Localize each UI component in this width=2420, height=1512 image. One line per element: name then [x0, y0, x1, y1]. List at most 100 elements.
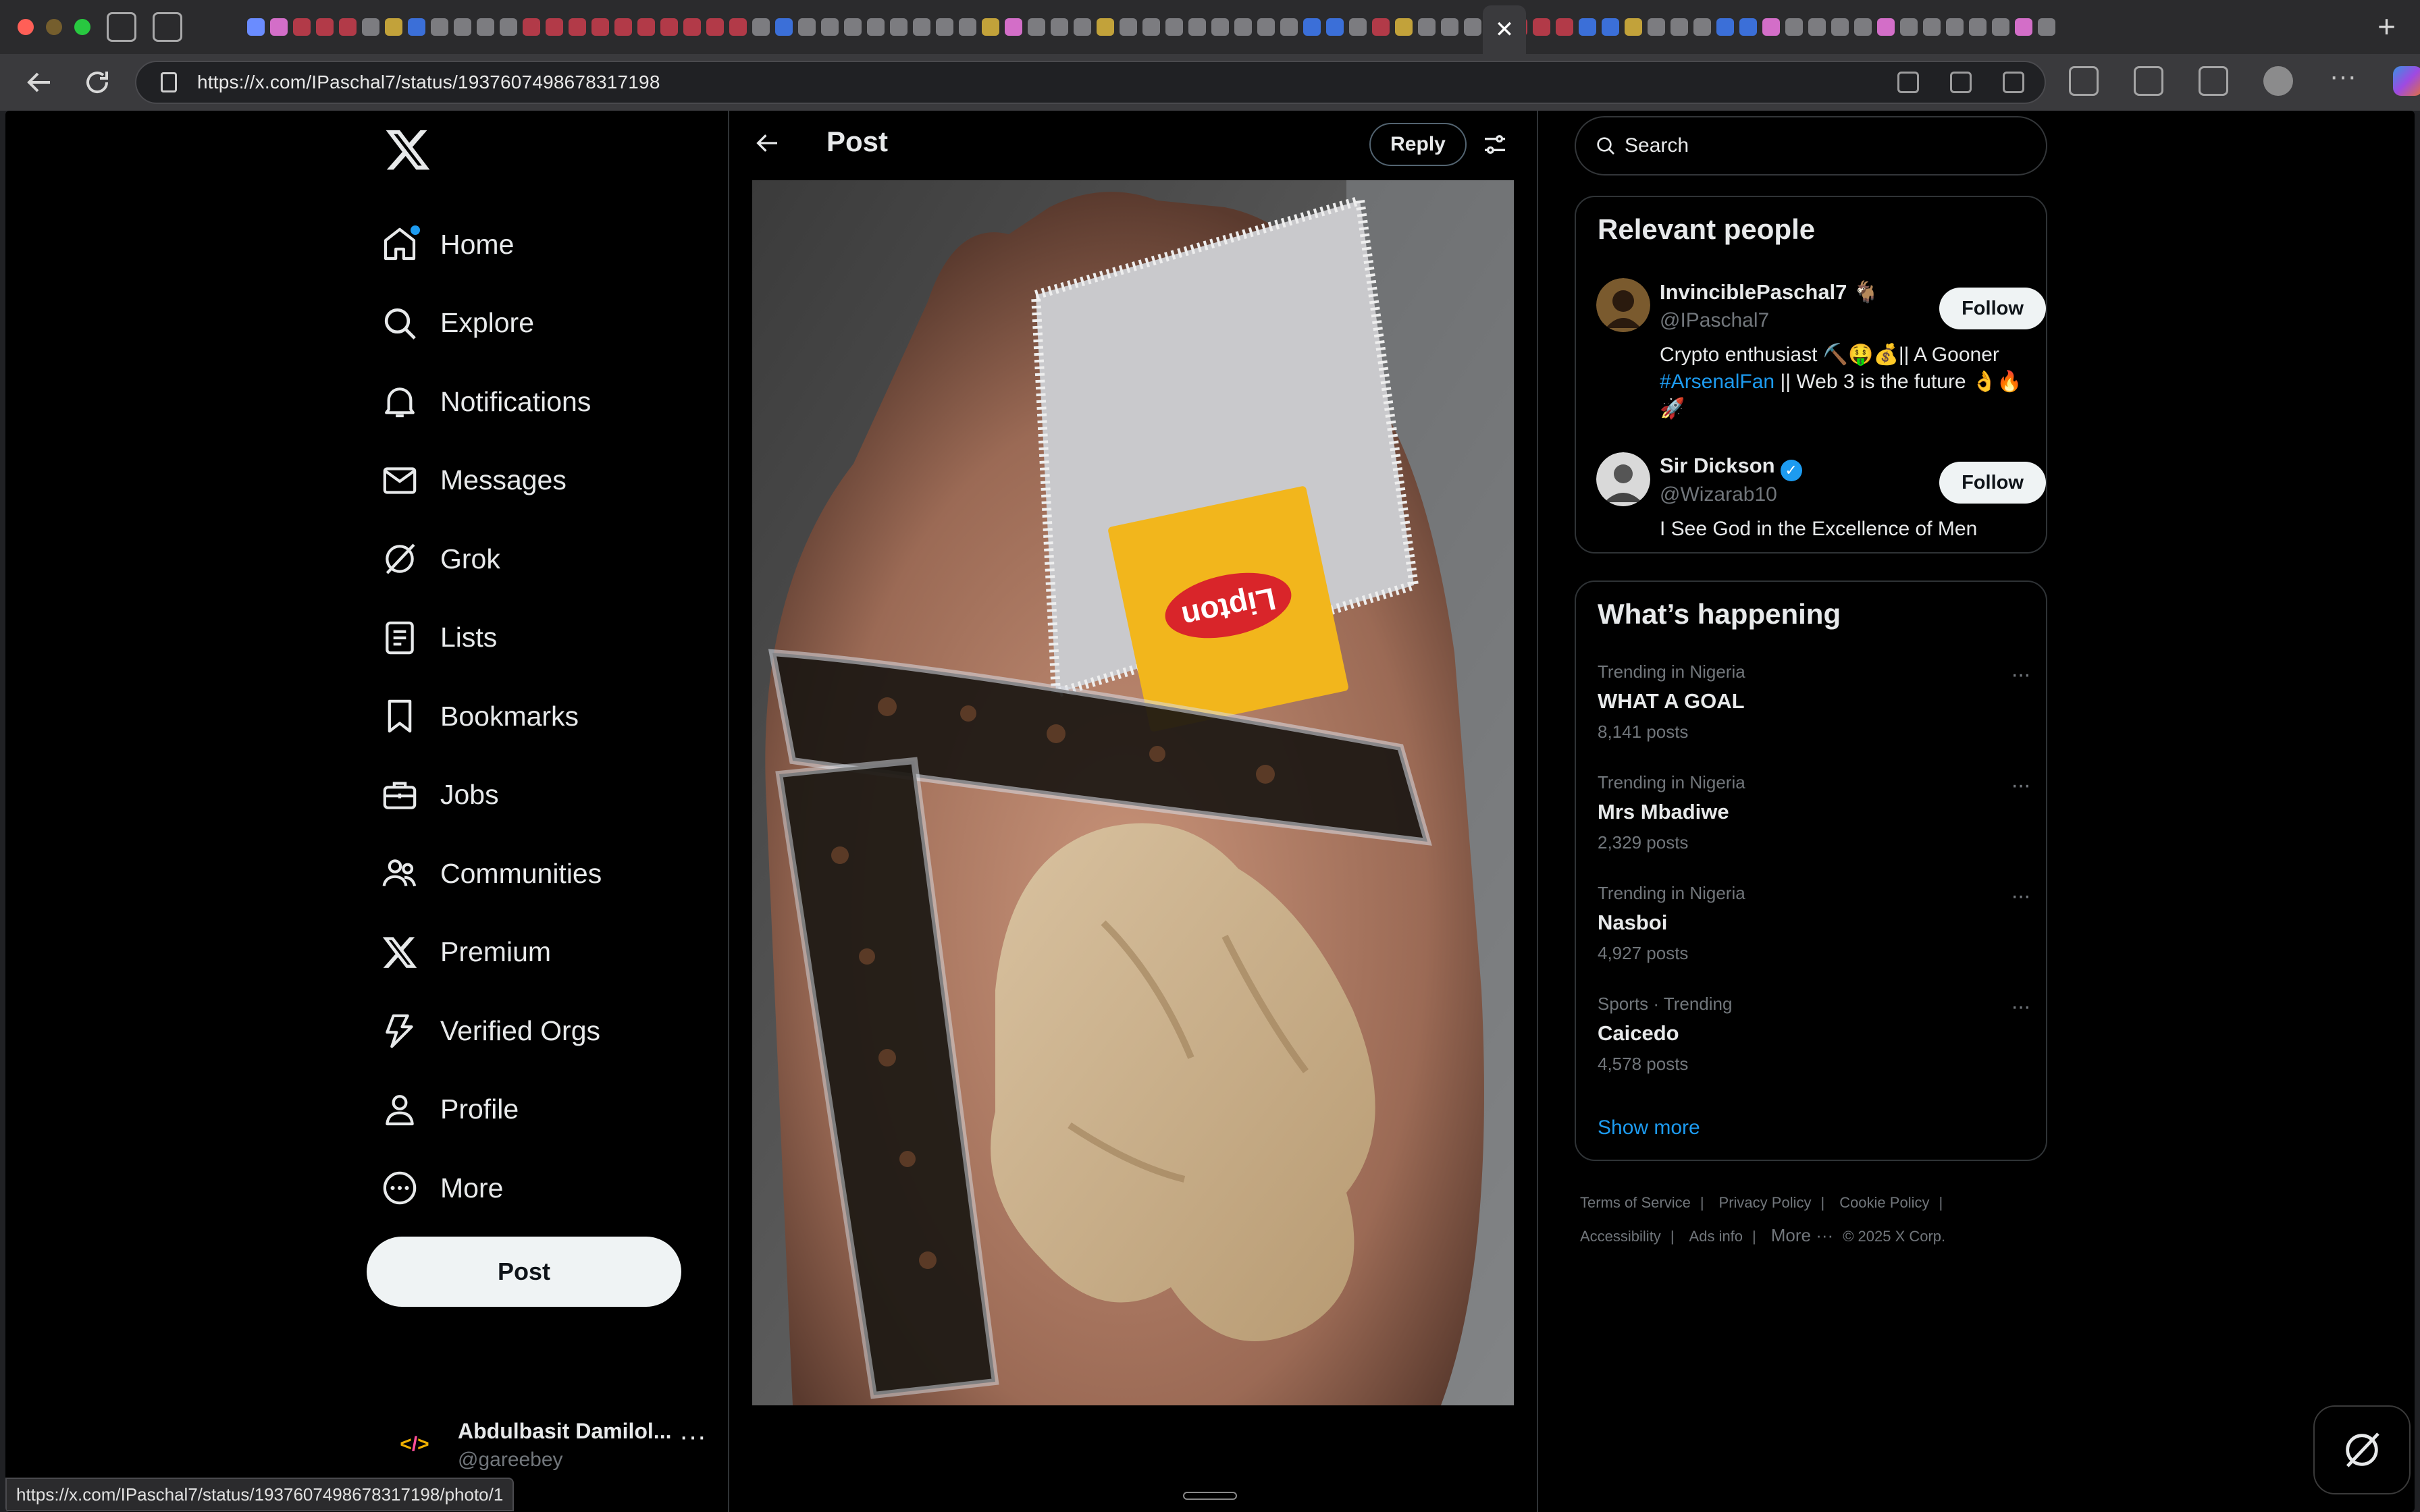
tab-favicon[interactable]: [591, 18, 609, 36]
close-window-button[interactable]: [18, 19, 34, 35]
trend-item[interactable]: Trending in Nigeria Mrs Mbadiwe 2,329 po…: [1598, 772, 2031, 873]
search-box[interactable]: Search: [1575, 116, 2047, 176]
footer-link-terms[interactable]: Terms of Service: [1580, 1194, 1691, 1211]
tab-favicon[interactable]: [1120, 18, 1137, 36]
tab-favicon[interactable]: [477, 18, 494, 36]
tab-favicon[interactable]: [1211, 18, 1229, 36]
post-photo[interactable]: Lipton: [752, 180, 1514, 1405]
tab-favicon[interactable]: [1785, 18, 1803, 36]
person-name[interactable]: InvinciblePaschal7 🐐: [1660, 279, 1879, 304]
tab-favicon[interactable]: [752, 18, 770, 36]
tab-favicon[interactable]: [1257, 18, 1275, 36]
tab-favicon[interactable]: [729, 18, 747, 36]
address-bar-url[interactable]: https://x.com/IPaschal7/status/193760749…: [197, 72, 660, 93]
tab-favicon[interactable]: [683, 18, 701, 36]
avatar[interactable]: [1596, 452, 1650, 506]
nav-item-grok[interactable]: Grok: [381, 520, 602, 599]
browser-refresh-icon[interactable]: [81, 66, 113, 99]
active-tab-close-button[interactable]: ✕: [1483, 5, 1526, 54]
new-tab-button[interactable]: +: [2377, 9, 2396, 43]
trend-item[interactable]: Trending in Nigeria WHAT A GOAL 8,141 po…: [1598, 662, 2031, 763]
tab-favicon[interactable]: [1303, 18, 1321, 36]
tab-favicon[interactable]: [1533, 18, 1550, 36]
person-handle[interactable]: @Wizarab10: [1660, 483, 1777, 506]
tab-favicon[interactable]: [316, 18, 334, 36]
tab-favicon[interactable]: [1969, 18, 1987, 36]
tab-favicon[interactable]: [1648, 18, 1665, 36]
tab-favicon[interactable]: [1808, 18, 1826, 36]
workspaces-icon[interactable]: [107, 12, 136, 42]
tab-favicon[interactable]: [1372, 18, 1390, 36]
nav-item-premium[interactable]: Premium: [381, 913, 602, 992]
footer-more-link[interactable]: More ···: [1771, 1225, 1833, 1245]
tab-favicon[interactable]: [1946, 18, 1964, 36]
tab-favicon[interactable]: [1900, 18, 1918, 36]
avatar[interactable]: [1596, 278, 1650, 332]
browser-back-icon[interactable]: [23, 66, 55, 99]
extensions-puzzle-icon[interactable]: [2134, 66, 2163, 96]
tab-favicon[interactable]: [1074, 18, 1091, 36]
extension-icon[interactable]: [2069, 66, 2099, 96]
copilot-icon[interactable]: [2393, 66, 2420, 96]
trend-more-icon[interactable]: ···: [2011, 994, 2031, 1020]
grok-floating-button[interactable]: [2313, 1405, 2411, 1494]
nav-item-notifications[interactable]: Notifications: [381, 362, 602, 441]
tab-favicon[interactable]: [637, 18, 655, 36]
search-input[interactable]: Search: [1625, 134, 1689, 157]
tab-favicon[interactable]: [614, 18, 632, 36]
relevant-person[interactable]: InvinciblePaschal7 🐐 @IPaschal7 Crypto e…: [1596, 278, 2046, 427]
tab-favicon[interactable]: [1165, 18, 1183, 36]
relevant-person[interactable]: Sir Dickson ✓ @Wizarab10 I See God in the…: [1596, 452, 2046, 540]
show-more-link[interactable]: Show more: [1598, 1116, 1700, 1139]
tab-favicon[interactable]: [385, 18, 402, 36]
browser-menu-icon[interactable]: ···: [2328, 63, 2358, 96]
maximize-window-button[interactable]: [74, 19, 90, 35]
tab-favicon[interactable]: [339, 18, 357, 36]
tab-favicon[interactable]: [1762, 18, 1780, 36]
follow-button[interactable]: Follow: [1939, 288, 2046, 329]
tab-favicon[interactable]: [1992, 18, 2009, 36]
tab-actions-icon[interactable]: [153, 12, 182, 42]
tab-favicon[interactable]: [362, 18, 379, 36]
tab-favicon[interactable]: [270, 18, 288, 36]
tab-favicon[interactable]: [1395, 18, 1413, 36]
tab-favicon[interactable]: [1625, 18, 1642, 36]
tab-favicon[interactable]: [569, 18, 586, 36]
tab-favicon[interactable]: [523, 18, 540, 36]
trend-item[interactable]: Sports · Trending Caicedo 4,578 posts ··…: [1598, 994, 2031, 1095]
nav-item-verified-orgs[interactable]: Verified Orgs: [381, 992, 602, 1071]
nav-item-bookmarks[interactable]: Bookmarks: [381, 677, 602, 756]
trend-more-icon[interactable]: ···: [2011, 662, 2031, 688]
x-logo-icon[interactable]: [384, 126, 432, 174]
tab-favicon[interactable]: [1441, 18, 1458, 36]
tab-favicon[interactable]: [706, 18, 724, 36]
nav-item-communities[interactable]: Communities: [381, 834, 602, 913]
tab-favicon[interactable]: [1051, 18, 1068, 36]
nav-item-explore[interactable]: Explore: [381, 284, 602, 363]
tab-favicon[interactable]: [982, 18, 999, 36]
tab-favicon[interactable]: [1716, 18, 1734, 36]
favorite-star-icon[interactable]: [2003, 72, 2024, 93]
tab-favicon[interactable]: [1142, 18, 1160, 36]
hashtag-link[interactable]: #ArsenalFan: [1660, 371, 1774, 393]
back-arrow-icon[interactable]: [754, 130, 781, 157]
sliders-icon[interactable]: [1481, 131, 1508, 158]
tab-favicon[interactable]: [1418, 18, 1436, 36]
person-handle[interactable]: @IPaschal7: [1660, 309, 1769, 332]
tab-favicon[interactable]: [890, 18, 908, 36]
tab-favicon[interactable]: [454, 18, 471, 36]
nav-item-more[interactable]: More: [381, 1149, 602, 1228]
tab-favicon[interactable]: [1280, 18, 1298, 36]
tab-favicon[interactable]: [913, 18, 930, 36]
tab-favicon[interactable]: [936, 18, 953, 36]
tab-favicon[interactable]: [2038, 18, 2055, 36]
resize-handle[interactable]: [1183, 1492, 1237, 1500]
tab-favicon[interactable]: [775, 18, 793, 36]
footer-link-privacy[interactable]: Privacy Policy: [1719, 1194, 1812, 1211]
tab-favicon[interactable]: [431, 18, 448, 36]
tab-favicon[interactable]: [844, 18, 862, 36]
nav-item-messages[interactable]: Messages: [381, 441, 602, 520]
tab-favicon[interactable]: [247, 18, 265, 36]
nav-item-profile[interactable]: Profile: [381, 1071, 602, 1150]
tab-favicon[interactable]: [293, 18, 311, 36]
